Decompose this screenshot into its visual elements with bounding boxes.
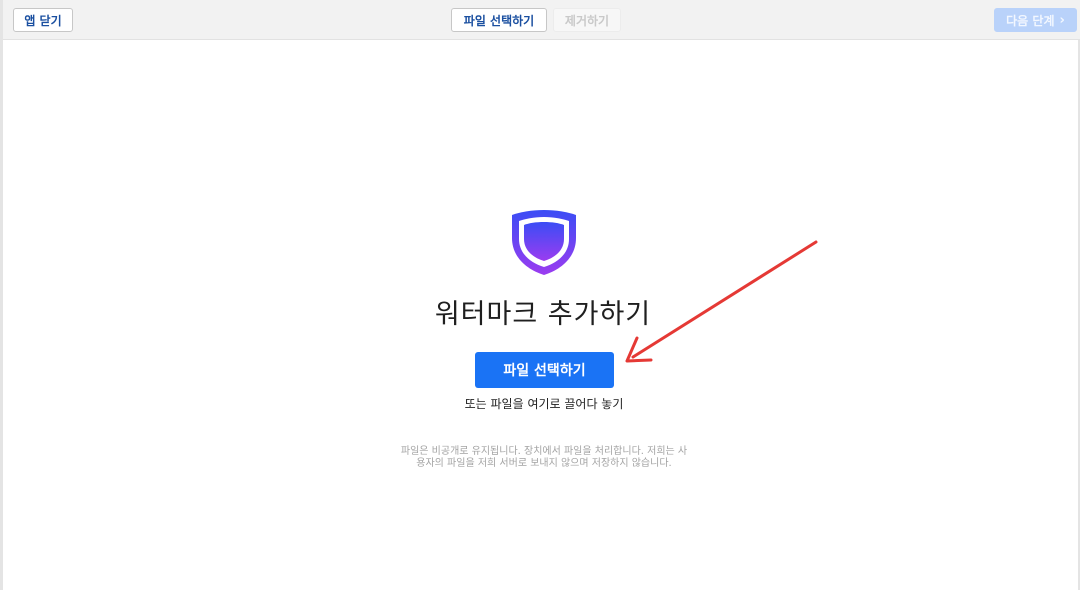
select-file-toolbar-button[interactable]: 파일 선택하기 (451, 8, 547, 32)
privacy-notice: 파일은 비공개로 유지됩니다. 장치에서 파일을 처리합니다. 저희는 사용자의… (400, 446, 688, 469)
close-app-button[interactable]: 앱 닫기 (13, 8, 73, 32)
next-step-label: 다음 단계 (1006, 13, 1055, 28)
shield-icon (512, 210, 576, 275)
red-arrow-annotation (625, 240, 818, 363)
app-window: 앱 닫기 파일 선택하기 제거하기 다음 단계 › 워터마크 추가하기 파일 선… (0, 0, 1080, 590)
select-file-button[interactable]: 파일 선택하기 (475, 352, 614, 388)
top-toolbar: 앱 닫기 파일 선택하기 제거하기 다음 단계 › (3, 0, 1080, 40)
next-step-button[interactable]: 다음 단계 › (994, 8, 1077, 32)
drop-hint-text: 또는 파일을 여기로 끌어다 놓기 (464, 397, 624, 411)
chevron-right-icon: › (1059, 12, 1065, 28)
remove-button[interactable]: 제거하기 (553, 8, 621, 32)
